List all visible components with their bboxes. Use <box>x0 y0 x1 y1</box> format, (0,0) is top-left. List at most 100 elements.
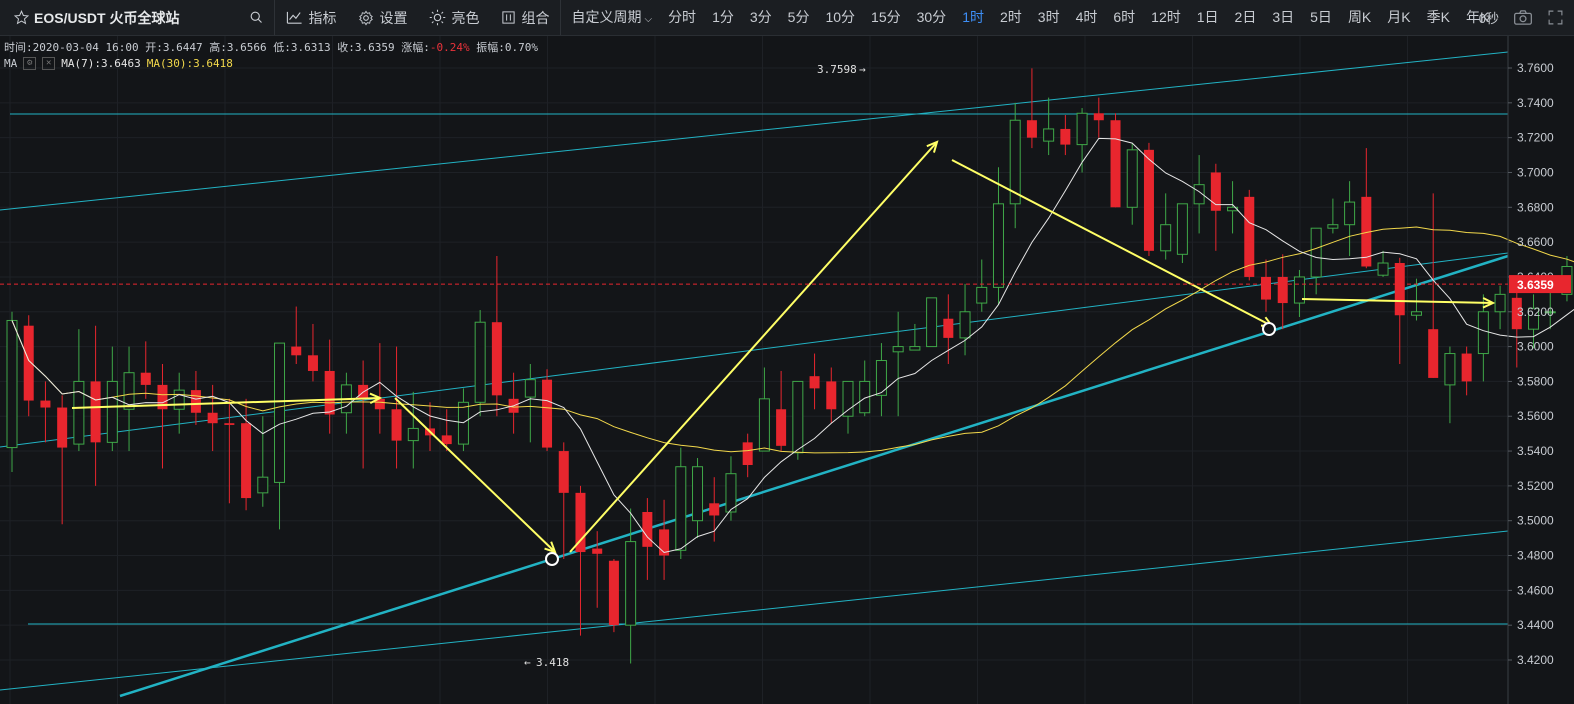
period-tab[interactable]: 5日 <box>1302 0 1340 35</box>
ma7-value: 3.6463 <box>101 57 141 70</box>
brightness-button[interactable]: 亮色 <box>418 0 490 35</box>
candle-down <box>943 318 954 338</box>
period-tab[interactable]: 15分 <box>863 0 909 35</box>
candle-up <box>524 379 536 398</box>
y-tick-label: 3.7400 <box>1517 96 1554 110</box>
period-tab[interactable]: 1时 <box>954 0 992 35</box>
candle-down <box>140 372 151 385</box>
candle-up <box>173 389 185 410</box>
change-label: 涨幅: <box>401 41 430 54</box>
candle-down <box>291 346 302 356</box>
combo-button[interactable]: 组合 <box>490 0 560 35</box>
search-button[interactable] <box>189 0 274 35</box>
ma-label: MA <box>4 57 18 70</box>
pivot-marker <box>545 552 559 566</box>
period-tab[interactable]: 1日 <box>1189 0 1227 35</box>
candle-up <box>73 380 85 445</box>
period-tab[interactable]: 10分 <box>817 0 863 35</box>
period-tab[interactable]: 3时 <box>1030 0 1068 35</box>
period-tab[interactable]: 6时 <box>1105 0 1143 35</box>
close-value: 3.6359 <box>354 41 395 54</box>
candle-up <box>1176 203 1188 255</box>
min-arrow-icon: ← <box>524 656 531 669</box>
candle-up <box>1310 227 1322 278</box>
fullscreen-icon[interactable] <box>1547 9 1564 26</box>
open-value: 3.6447 <box>162 41 203 54</box>
search-icon <box>251 11 263 23</box>
candlestick-chart[interactable]: 3.7600 3.7400 3.7200 3.7000 3.6800 3.6600 3.64… <box>0 36 1574 704</box>
period-tab[interactable]: 3日 <box>1264 0 1302 35</box>
period-tabs: 分时 1分 3分 5分 10分 15分 30分 1时 2时 3时 4时 6时 12时 1日 2日 3日 5日 周K… <box>660 0 1497 35</box>
ma30-value: 3.6418 <box>193 57 233 70</box>
candle-down <box>1093 113 1104 121</box>
candle-down <box>642 512 653 547</box>
candle-down <box>826 381 837 410</box>
candle-down <box>90 381 101 443</box>
candle-down <box>1277 276 1288 304</box>
candle-down <box>307 355 318 371</box>
combo-label: 组合 <box>521 9 550 26</box>
candle-up <box>1126 149 1138 208</box>
candle-up <box>1327 224 1339 229</box>
candle-down <box>491 322 502 396</box>
ohlc-info: 时间:2020-03-04 16:00 开:3.6447 高:3.6566 低:… <box>4 39 538 55</box>
open-label: 开: <box>145 41 163 54</box>
right-tools: 0秒 <box>1479 0 1564 35</box>
ma7-label: MA(7): <box>61 57 101 70</box>
period-tab[interactable]: 30分 <box>909 0 955 35</box>
candle-down <box>1428 329 1439 378</box>
time-value: 2020-03-04 16:00 <box>32 41 139 54</box>
period-tab[interactable]: 周K <box>1340 0 1379 35</box>
period-tab[interactable]: 4时 <box>1068 0 1106 35</box>
period-tab[interactable]: 月K <box>1379 0 1418 35</box>
candle-down <box>207 412 218 424</box>
pivot-marker <box>1262 322 1276 336</box>
indicators-button[interactable]: 指标 <box>275 0 347 35</box>
chart-background <box>0 36 1574 704</box>
candle-down <box>1026 120 1037 138</box>
y-tick-label: 3.7600 <box>1517 61 1554 75</box>
period-tab[interactable]: 2时 <box>992 0 1030 35</box>
candle-down <box>1461 353 1472 382</box>
y-tick-label: 3.5200 <box>1517 479 1554 493</box>
camera-icon[interactable] <box>1513 9 1533 26</box>
candle-up <box>926 297 938 348</box>
candle-up <box>1410 311 1422 316</box>
candle-up <box>257 476 269 494</box>
period-tab[interactable]: 季K <box>1419 0 1458 35</box>
candle-up <box>1377 262 1389 276</box>
ma-close-icon[interactable]: ✕ <box>42 57 56 70</box>
ma7-legend: MA(7):3.6463 <box>61 57 141 70</box>
symbol-selector[interactable]: EOS/USDT 火币全球站 <box>0 0 189 35</box>
settings-button[interactable]: 设置 <box>347 0 418 35</box>
change-value: -0.24% <box>429 41 470 54</box>
settings-label: 设置 <box>379 9 408 26</box>
y-tick-label: 3.5400 <box>1517 444 1554 458</box>
candle-down <box>57 407 68 448</box>
candle-up <box>407 427 419 442</box>
period-tab[interactable]: 5分 <box>780 0 818 35</box>
min-price-label: 3.418 <box>536 656 569 669</box>
period-tab[interactable]: 3分 <box>742 0 780 35</box>
period-tab[interactable]: 2日 <box>1227 0 1265 35</box>
candle-up <box>758 398 770 452</box>
candle-down <box>1143 149 1154 251</box>
ma-settings-icon[interactable]: ⚙ <box>23 57 37 70</box>
custom-period-label: 自定义周期 <box>571 9 642 25</box>
y-tick-label: 3.7000 <box>1517 165 1554 179</box>
star-icon[interactable] <box>14 10 29 25</box>
candle-up <box>1160 224 1172 252</box>
indicator-icon <box>287 11 303 24</box>
candle-down <box>391 409 402 441</box>
y-tick-label: 3.7200 <box>1517 131 1554 145</box>
time-label: 时间: <box>4 41 33 54</box>
candle-up <box>1477 311 1489 355</box>
y-tick-label: 3.4400 <box>1517 618 1554 632</box>
period-tab[interactable]: 分时 <box>660 0 704 35</box>
period-tab[interactable]: 1分 <box>704 0 742 35</box>
candle-down <box>542 379 553 448</box>
custom-period-dropdown[interactable]: 自定义周期 ⌵ <box>561 0 660 35</box>
period-tab[interactable]: 12时 <box>1143 0 1189 35</box>
candle-down <box>324 370 335 415</box>
candle-down <box>809 376 820 389</box>
